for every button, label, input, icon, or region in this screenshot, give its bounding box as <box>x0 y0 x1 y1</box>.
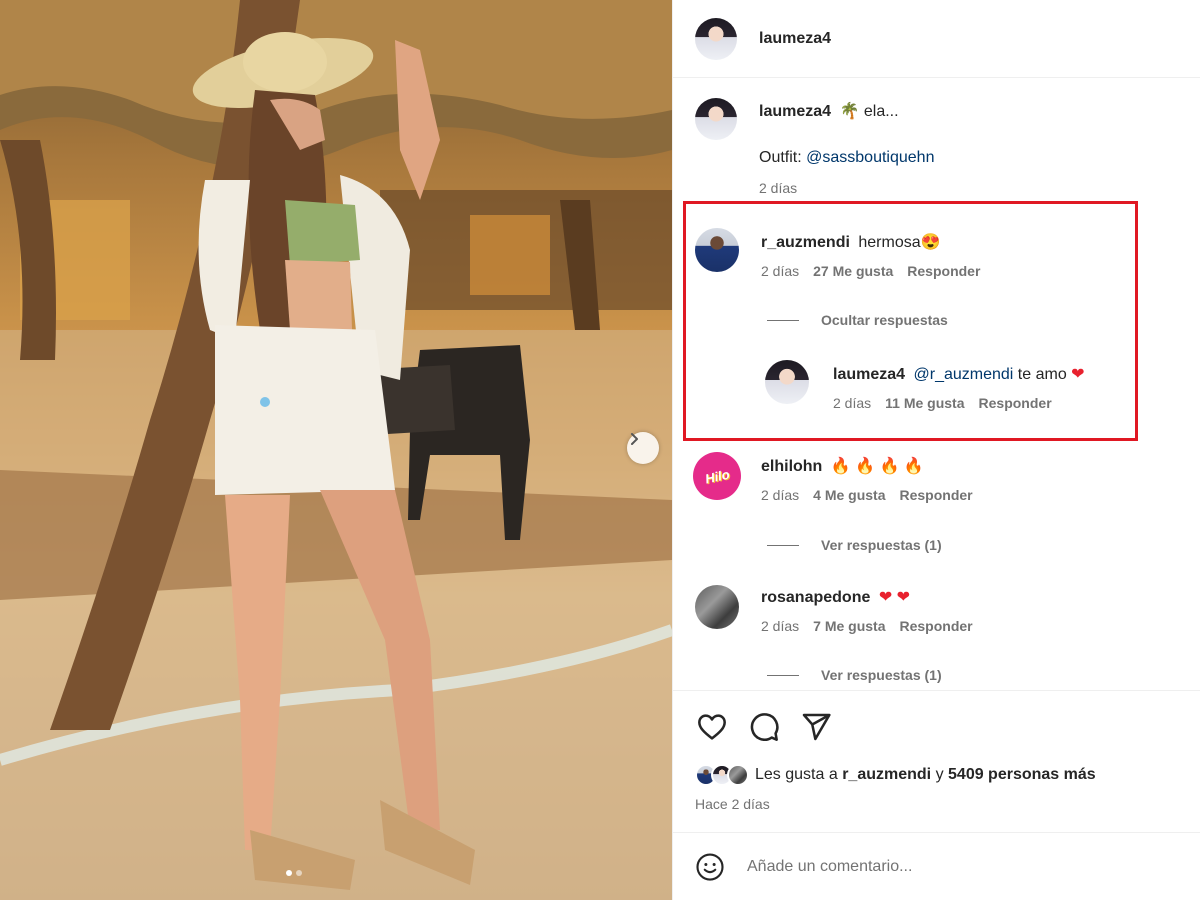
view-replies-button[interactable]: Ver respuestas (1) <box>767 537 942 553</box>
reply-likes-link[interactable]: 11 Me gusta <box>885 395 964 411</box>
comment-username[interactable]: elhilohn <box>761 458 822 475</box>
hide-replies-label: Ocultar respuestas <box>821 312 948 328</box>
reply-username[interactable]: laumeza4 <box>833 366 905 383</box>
comment-item: rosanapedone ❤ ❤ 2 días 7 Me gusta Respo… <box>695 585 973 634</box>
likes-summary: Les gusta a r_auzmendi y 5409 personas m… <box>695 764 1096 786</box>
caption-avatar[interactable] <box>695 98 737 140</box>
liker-avatars[interactable] <box>695 764 749 786</box>
caption-time: 2 días <box>759 180 798 196</box>
reply-text: te amo <box>1017 366 1067 383</box>
comment-avatar[interactable] <box>695 585 739 629</box>
carousel-dot <box>286 870 292 876</box>
liker-avatar <box>727 764 749 786</box>
caption-username[interactable]: laumeza4 <box>759 103 831 120</box>
share-icon[interactable] <box>799 711 833 743</box>
post-caption: laumeza4 🌴 ela... Outfit: @sassboutiqueh… <box>695 98 934 196</box>
likes-middle: y <box>935 766 944 783</box>
comment-time: 2 días <box>761 618 800 634</box>
author-avatar[interactable] <box>695 17 737 60</box>
comment-input[interactable] <box>747 857 1147 876</box>
divider <box>767 319 799 321</box>
reply-button[interactable]: Responder <box>907 263 980 279</box>
palm-emoji: 🌴 <box>839 103 860 120</box>
comment-text: hermosa <box>858 234 921 251</box>
post-time: Hace 2 días <box>695 796 770 812</box>
comment-username[interactable]: rosanapedone <box>761 589 870 606</box>
comment-likes-link[interactable]: 7 Me gusta <box>813 618 885 634</box>
reply-time: 2 días <box>833 395 872 411</box>
others-likes-link[interactable]: 5409 personas más <box>948 766 1096 784</box>
emoji-icon[interactable] <box>695 852 725 882</box>
hilo-logo-text: Hilo <box>703 466 731 486</box>
likes-prefix: Les gusta a <box>755 766 838 783</box>
post-header: laumeza4 <box>673 0 1200 78</box>
hide-replies-button[interactable]: Ocultar respuestas <box>767 312 948 328</box>
caption-text: ela... <box>863 103 899 120</box>
comment-item: Hilo elhilohn 🔥 🔥 🔥 🔥 2 días 4 Me gusta … <box>693 452 973 503</box>
outfit-mention-link[interactable]: @sassboutiquehn <box>806 149 934 166</box>
comment-likes-link[interactable]: 4 Me gusta <box>813 487 885 503</box>
comment-item: r_auzmendi hermosa😍 2 días 27 Me gusta R… <box>695 228 980 279</box>
post-actions: Les gusta a r_auzmendi y 5409 personas m… <box>673 690 1200 812</box>
outfit-label: Outfit: <box>759 149 802 166</box>
beach-scene-image <box>0 0 672 900</box>
view-replies-label: Ver respuestas (1) <box>821 667 942 683</box>
comment-time: 2 días <box>761 263 800 279</box>
comment-avatar[interactable] <box>695 228 739 272</box>
author-username[interactable]: laumeza4 <box>759 30 831 48</box>
comment-time: 2 días <box>761 487 800 503</box>
fire-emoji: 🔥 🔥 🔥 🔥 <box>830 458 924 475</box>
divider <box>767 544 799 546</box>
heart-emoji: ❤ <box>1071 366 1085 383</box>
view-replies-button[interactable]: Ver respuestas (1) <box>767 667 942 683</box>
post-side-panel: laumeza4 laumeza4 🌴 ela... Outfit: @sass… <box>672 0 1200 900</box>
reply-button[interactable]: Responder <box>900 618 973 634</box>
comment-likes-link[interactable]: 27 Me gusta <box>813 263 893 279</box>
divider <box>767 674 799 676</box>
add-comment-bar <box>673 832 1200 900</box>
heart-emoji: ❤ ❤ <box>878 589 911 606</box>
comment-username[interactable]: r_auzmendi <box>761 234 850 251</box>
reply-button[interactable]: Responder <box>900 487 973 503</box>
reply-avatar[interactable] <box>765 360 809 404</box>
post-photo[interactable] <box>0 0 672 900</box>
carousel-next-button[interactable] <box>627 432 659 464</box>
reply-item: laumeza4 @r_auzmendi te amo ❤ 2 días 11 … <box>765 360 1085 411</box>
comment-avatar[interactable]: Hilo <box>693 452 741 500</box>
heart-eyes-emoji: 😍 <box>920 234 941 251</box>
comment-icon[interactable] <box>747 711 781 743</box>
reply-button[interactable]: Responder <box>979 395 1052 411</box>
view-replies-label: Ver respuestas (1) <box>821 537 942 553</box>
carousel-dot <box>296 870 302 876</box>
liker-username-link[interactable]: r_auzmendi <box>842 766 931 784</box>
carousel-dots <box>286 870 302 876</box>
heart-icon[interactable] <box>695 711 729 743</box>
reply-mention-link[interactable]: @r_auzmendi <box>914 366 1014 383</box>
chevron-right-icon <box>631 433 638 445</box>
